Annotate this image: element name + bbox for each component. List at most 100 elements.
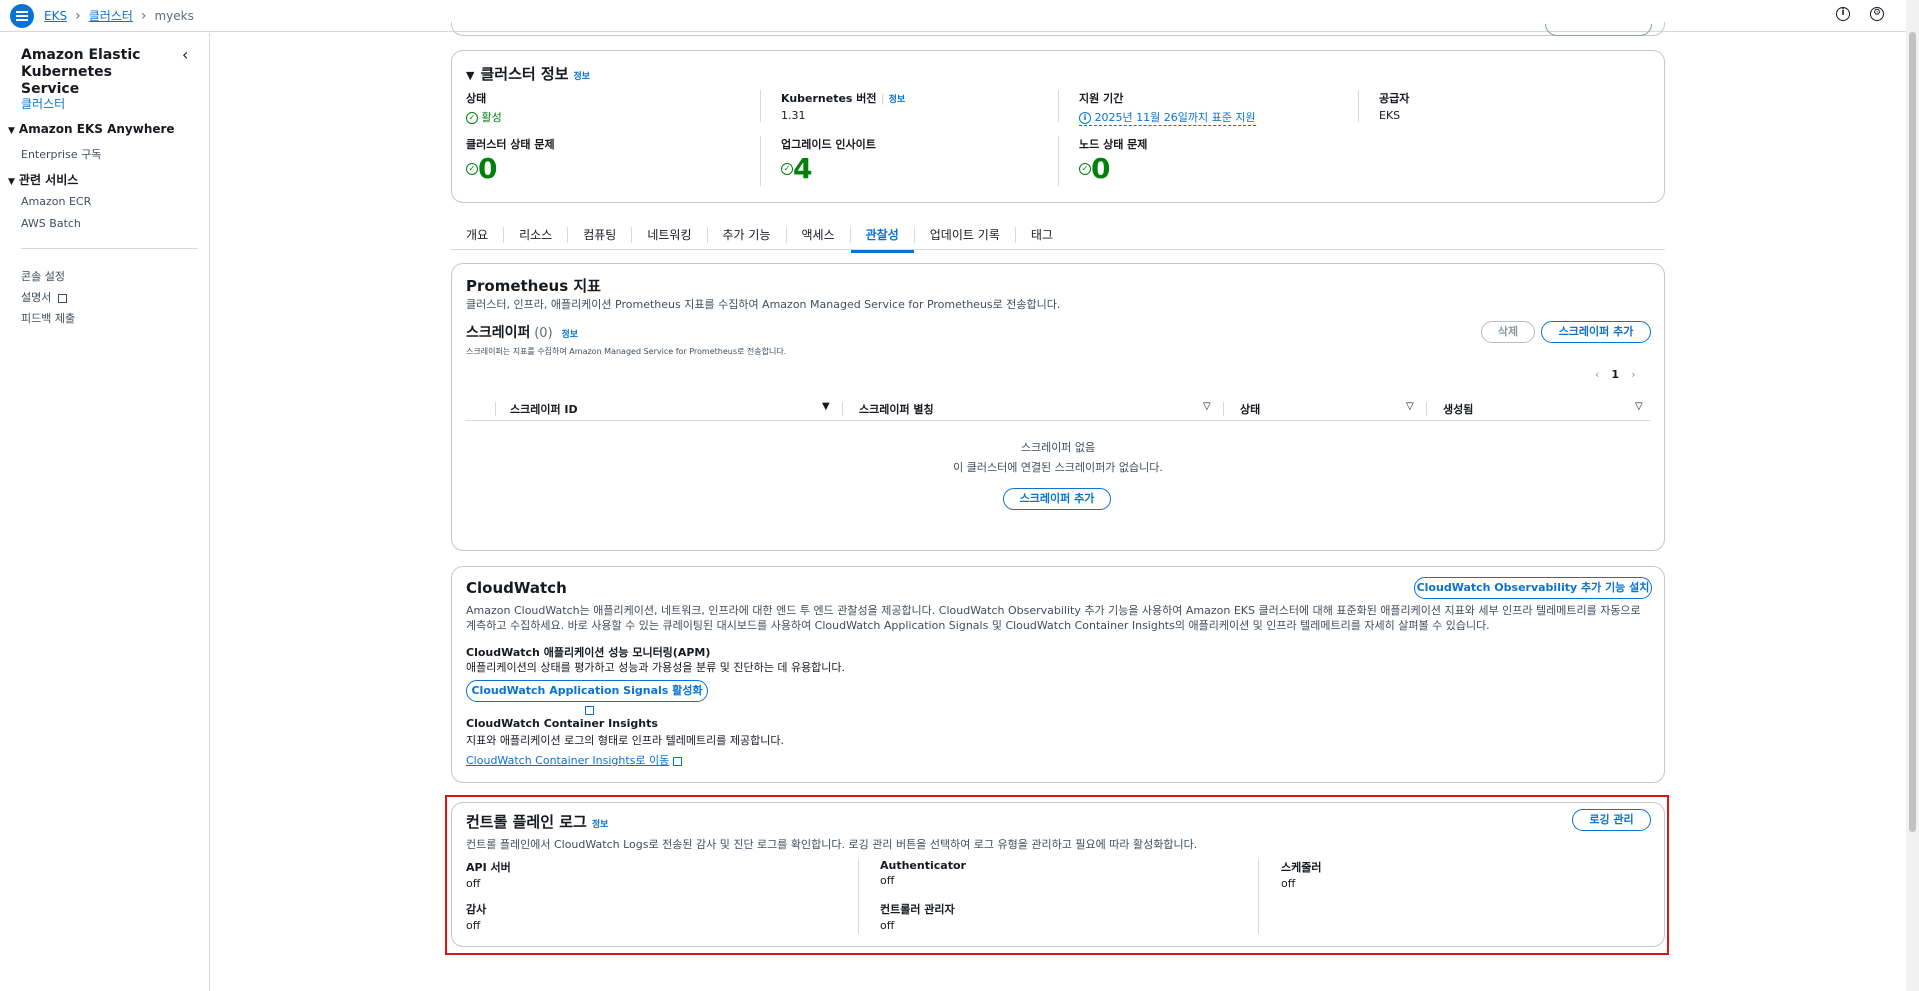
caret-down-icon: ▼ xyxy=(466,69,475,82)
side-navigation: Amazon Elastic Kubernetes Service ‹ 클러스터… xyxy=(0,33,210,991)
sort-caret-icon[interactable]: ▽ xyxy=(1203,401,1211,412)
chevron-right-icon: › xyxy=(140,7,147,24)
upgrade-insights-label: 업그레이드 인사이트 xyxy=(781,138,876,151)
sidebar-section-eks-anywhere[interactable]: ▼ Amazon EKS Anywhere xyxy=(8,122,175,136)
caret-down-icon: ▼ xyxy=(8,126,15,136)
provider-value: EKS xyxy=(1379,109,1401,122)
column-header-scraper-alias[interactable]: 스크레이퍼 별칭 xyxy=(859,401,934,417)
status-field: 상태 ✓ 활성 xyxy=(466,90,502,125)
node-health-label: 노드 상태 문제 xyxy=(1079,138,1148,151)
check-circle-icon: ✓ xyxy=(1079,162,1091,175)
column-header-created[interactable]: 생성됨 xyxy=(1443,401,1473,417)
apm-description: 애플리케이션의 상태를 평가하고 성능과 가용성을 분류 및 진단하는 데 유용… xyxy=(466,661,846,674)
sidebar-section-related-services[interactable]: ▼ 관련 서비스 xyxy=(8,171,78,188)
cluster-health-label: 클러스터 상태 문제 xyxy=(466,138,555,151)
chevron-left-icon[interactable]: ‹ xyxy=(1595,368,1599,381)
tab-update-history[interactable]: 업데이트 기록 xyxy=(915,226,1016,243)
k8s-version-field: Kubernetes 버전 | 정보 1.31 xyxy=(781,92,906,122)
menu-icon[interactable] xyxy=(10,3,34,28)
support-period-value[interactable]: i 2025년 11월 26일까지 표준 지원 xyxy=(1079,109,1256,126)
tab-networking[interactable]: 네트워킹 xyxy=(632,226,708,243)
cluster-info-header[interactable]: ▼ 클러스터 정보 정보 xyxy=(466,63,590,84)
info-link[interactable]: 정보 xyxy=(561,330,578,340)
info-link[interactable]: 정보 xyxy=(574,72,591,82)
settings-icon[interactable]: ⚙ xyxy=(1870,7,1884,21)
button-label: CloudWatch Application Signals 활성화 xyxy=(471,684,703,697)
column-header-scraper-id[interactable]: 스크레이퍼 ID xyxy=(510,401,578,417)
apm-title: CloudWatch 애플리케이션 성능 모니터링(APM) xyxy=(466,646,711,659)
add-scraper-button[interactable]: 스크레이퍼 추가 xyxy=(1541,321,1651,343)
scrapers-title: 스크레이퍼 xyxy=(466,325,531,341)
tab-observability[interactable]: 관찰성 xyxy=(850,226,915,253)
sort-caret-icon[interactable]: ▽ xyxy=(1635,401,1643,412)
chevron-right-icon: › xyxy=(75,7,81,24)
cloudwatch-description: Amazon CloudWatch는 애플리케이션, 네트워크, 인프라에 대한… xyxy=(466,604,1641,632)
highlight-box xyxy=(445,795,1669,955)
sort-caret-down-icon[interactable]: ▼ xyxy=(822,401,830,412)
cloudwatch-title: CloudWatch xyxy=(466,579,567,597)
sidebar-item-enterprise[interactable]: Enterprise 구독 xyxy=(21,146,101,162)
empty-state: 스크레이퍼 없음 이 클러스터에 연결된 스크레이퍼가 없습니다. xyxy=(452,439,1664,475)
sidebar-item-documentation[interactable]: 설명서 xyxy=(21,289,67,305)
page-scrollbar[interactable] xyxy=(1906,0,1919,991)
sidebar-item-feedback[interactable]: 피드백 제출 xyxy=(21,310,75,326)
sort-caret-icon[interactable]: ▽ xyxy=(1406,401,1414,412)
empty-add-scraper-button[interactable]: 스크레이퍼 추가 xyxy=(1003,488,1111,510)
breadcrumb: EKS › 클러스터 › myeks xyxy=(44,7,194,24)
previous-panel-button-edge xyxy=(1545,24,1652,36)
sidebar-item-ecr[interactable]: Amazon ECR xyxy=(21,195,91,208)
delete-button[interactable]: 삭제 xyxy=(1481,321,1535,343)
column-header-status[interactable]: 상태 xyxy=(1240,401,1260,417)
status-value: ✓ 활성 xyxy=(466,109,502,125)
check-circle-icon: ✓ xyxy=(466,162,478,175)
sidebar-section-label: Amazon EKS Anywhere xyxy=(18,122,175,136)
cluster-health-field: 클러스터 상태 문제 ✓0 xyxy=(466,136,555,185)
node-health-field: 노드 상태 문제 ✓0 xyxy=(1079,136,1147,185)
sidebar-item-label: 설명서 xyxy=(21,291,52,304)
sidebar-item-clusters[interactable]: 클러스터 xyxy=(21,95,65,112)
scrapers-description: 스크레이퍼는 지표를 수집하여 Amazon Managed Service f… xyxy=(466,347,787,356)
cluster-tabs: 개요 리소스 컴퓨팅 네트워킹 추가 기능 액세스 관찰성 업데이트 기록 태그 xyxy=(451,220,1665,253)
scrollbar-thumb[interactable] xyxy=(1909,32,1916,832)
scrapers-header: 스크레이퍼 (0) 정보 xyxy=(466,322,578,342)
table-header-row: 스크레이퍼 ID ▼ 스크레이퍼 별칭 ▽ 상태 ▽ 생성됨 ▽ xyxy=(465,397,1650,421)
pagination: ‹ 1 › xyxy=(1595,368,1635,381)
sidebar-item-console-settings[interactable]: 콘솔 설정 xyxy=(21,268,65,284)
tab-resources[interactable]: 리소스 xyxy=(504,226,569,243)
info-link[interactable]: 정보 xyxy=(889,95,906,105)
divider xyxy=(760,90,761,122)
k8s-version-label: Kubernetes 버전 xyxy=(781,92,877,105)
support-period-label: 지원 기간 xyxy=(1079,92,1124,105)
tab-tags[interactable]: 태그 xyxy=(1016,227,1068,243)
scrapers-count: (0) xyxy=(534,326,553,341)
node-health-value[interactable]: ✓0 xyxy=(1079,152,1147,185)
check-circle-icon: ✓ xyxy=(466,112,478,124)
tab-addons[interactable]: 추가 기능 xyxy=(708,226,787,243)
tab-overview[interactable]: 개요 xyxy=(451,226,505,243)
container-insights-link[interactable]: CloudWatch Container Insights로 이동 xyxy=(466,752,682,768)
upgrade-insights-value[interactable]: ✓4 xyxy=(781,152,876,185)
page-number[interactable]: 1 xyxy=(1611,368,1619,381)
empty-title: 스크레이퍼 없음 xyxy=(1020,441,1096,454)
info-icon[interactable]: i xyxy=(1836,7,1850,21)
link-label: CloudWatch Container Insights로 이동 xyxy=(466,754,670,767)
breadcrumb-current: myeks xyxy=(154,8,194,23)
sidebar-title: Amazon Elastic Kubernetes Service xyxy=(21,47,141,97)
breadcrumb-eks[interactable]: EKS xyxy=(44,9,67,23)
external-link-icon xyxy=(57,293,67,303)
breadcrumb-clusters[interactable]: 클러스터 xyxy=(89,7,133,24)
cluster-health-value[interactable]: ✓0 xyxy=(466,152,555,185)
tab-compute[interactable]: 컴퓨팅 xyxy=(568,226,633,243)
install-cloudwatch-addon-button[interactable]: CloudWatch Observability 추가 기능 설치 xyxy=(1414,577,1652,599)
prometheus-title: Prometheus 지표 xyxy=(466,277,601,295)
k8s-version-value: 1.31 xyxy=(781,109,806,122)
enable-application-signals-button[interactable]: CloudWatch Application Signals 활성화 xyxy=(466,680,708,715)
support-period-field: 지원 기간 i 2025년 11월 26일까지 표준 지원 xyxy=(1079,90,1256,126)
chevron-right-icon[interactable]: › xyxy=(1631,368,1635,381)
tab-access[interactable]: 액세스 xyxy=(787,226,851,243)
container-insights-description: 지표와 애플리케이션 로그의 형태로 인프라 텔레메트리를 제공합니다. xyxy=(466,734,784,747)
sidebar-item-batch[interactable]: AWS Batch xyxy=(21,217,81,230)
collapse-chevron-icon[interactable]: ‹ xyxy=(182,45,188,64)
provider-field: 공급자 EKS xyxy=(1379,90,1409,122)
provider-label: 공급자 xyxy=(1379,92,1410,105)
